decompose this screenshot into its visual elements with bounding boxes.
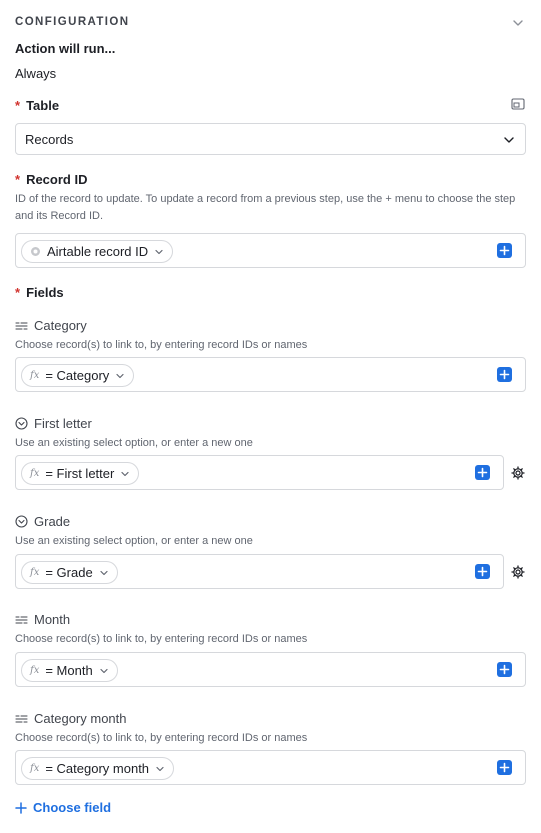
- chevron-down-icon: [116, 373, 124, 378]
- gear-icon[interactable]: [511, 565, 525, 579]
- insert-value-button[interactable]: [497, 662, 512, 677]
- action-run-label: Action will run...: [15, 41, 116, 56]
- action-run-value[interactable]: Always: [15, 66, 56, 81]
- single-select-icon: [15, 515, 28, 528]
- plus-icon: [477, 566, 488, 577]
- record-id-input[interactable]: Airtable record ID: [15, 233, 526, 268]
- field-input-category-month[interactable]: fx = Category month: [15, 750, 526, 785]
- insert-value-button[interactable]: [497, 367, 512, 382]
- record-id-label: * Record ID: [15, 172, 87, 187]
- field-name-first-letter: First letter: [15, 416, 92, 431]
- field-help: Use an existing select option, or enter …: [15, 437, 253, 449]
- gear-icon[interactable]: [511, 466, 525, 480]
- link-icon: [15, 714, 28, 723]
- formula-token[interactable]: fx = Grade: [21, 561, 118, 584]
- formula-token-label: = Category: [45, 368, 110, 383]
- field-input-grade[interactable]: fx = Grade: [15, 554, 504, 589]
- required-marker: *: [15, 172, 21, 187]
- formula-token-label: = Grade: [45, 565, 93, 580]
- table-label: * Table: [15, 98, 59, 113]
- formula-token-label: = Category month: [45, 761, 150, 776]
- insert-value-button[interactable]: [497, 243, 512, 258]
- record-id-token-label: Airtable record ID: [47, 244, 149, 259]
- required-marker: *: [15, 98, 21, 113]
- field-name-month: Month: [15, 612, 70, 627]
- plus-icon: [499, 245, 510, 256]
- open-table-icon[interactable]: [511, 98, 525, 110]
- plus-icon: [499, 369, 510, 380]
- chevron-down-icon: [100, 668, 108, 673]
- formula-token-label: = Month: [45, 663, 93, 678]
- chevron-down-icon: [100, 570, 108, 575]
- formula-token[interactable]: fx = Month: [21, 659, 118, 682]
- plus-icon: [15, 801, 27, 814]
- formula-token[interactable]: fx = Category: [21, 364, 135, 387]
- field-input-first-letter[interactable]: fx = First letter: [15, 455, 504, 490]
- formula-icon: fx: [30, 665, 40, 676]
- field-name-label: Category: [34, 318, 87, 333]
- field-name-grade: Grade: [15, 514, 70, 529]
- insert-value-button[interactable]: [497, 760, 512, 775]
- plus-icon: [499, 762, 510, 773]
- plus-icon: [477, 467, 488, 478]
- required-marker: *: [15, 285, 21, 300]
- plus-icon: [499, 664, 510, 675]
- single-select-icon: [15, 417, 28, 430]
- fields-label: * Fields: [15, 285, 64, 300]
- formula-token[interactable]: fx = First letter: [21, 462, 140, 485]
- formula-icon: fx: [30, 370, 40, 381]
- formula-icon: fx: [30, 567, 40, 578]
- field-name-label: Month: [34, 612, 71, 627]
- field-input-month[interactable]: fx = Month: [15, 652, 526, 687]
- field-name-category-month: Category month: [15, 711, 127, 726]
- field-name-label: Category month: [34, 711, 127, 726]
- formula-icon: fx: [30, 763, 40, 774]
- field-name-label: Grade: [34, 514, 71, 529]
- record-id-token[interactable]: Airtable record ID: [21, 240, 174, 263]
- chevron-down-icon: [504, 137, 514, 143]
- link-icon: [15, 615, 28, 624]
- record-id-help: ID of the record to update. To update a …: [15, 193, 516, 222]
- chevron-down-icon: [156, 766, 164, 771]
- link-icon: [15, 321, 28, 330]
- field-help: Choose record(s) to link to, by entering…: [15, 633, 308, 645]
- record-id-label-text: Record ID: [26, 172, 88, 187]
- formula-token[interactable]: fx = Category month: [21, 757, 175, 780]
- formula-icon: fx: [30, 468, 40, 479]
- airtable-logo-icon: [31, 247, 40, 256]
- table-label-text: Table: [26, 98, 60, 113]
- insert-value-button[interactable]: [475, 465, 490, 480]
- field-input-category[interactable]: fx = Category: [15, 357, 526, 392]
- section-title: CONFIGURATION: [15, 16, 130, 28]
- choose-field-button[interactable]: Choose field: [15, 800, 111, 815]
- chevron-down-icon: [121, 471, 129, 476]
- field-help: Choose record(s) to link to, by entering…: [15, 732, 308, 744]
- field-help: Choose record(s) to link to, by entering…: [15, 339, 308, 351]
- choose-field-label: Choose field: [33, 800, 112, 815]
- field-name-category: Category: [15, 318, 87, 333]
- table-select-value: Records: [25, 132, 74, 147]
- chevron-down-icon: [155, 249, 163, 254]
- chevron-down-icon[interactable]: [512, 17, 524, 29]
- configuration-panel: CONFIGURATION Action will run... Always …: [0, 0, 541, 833]
- field-help: Use an existing select option, or enter …: [15, 535, 253, 547]
- table-select[interactable]: Records: [15, 123, 526, 155]
- field-name-label: First letter: [34, 416, 92, 431]
- fields-label-text: Fields: [26, 285, 64, 300]
- formula-token-label: = First letter: [45, 466, 115, 481]
- insert-value-button[interactable]: [475, 564, 490, 579]
